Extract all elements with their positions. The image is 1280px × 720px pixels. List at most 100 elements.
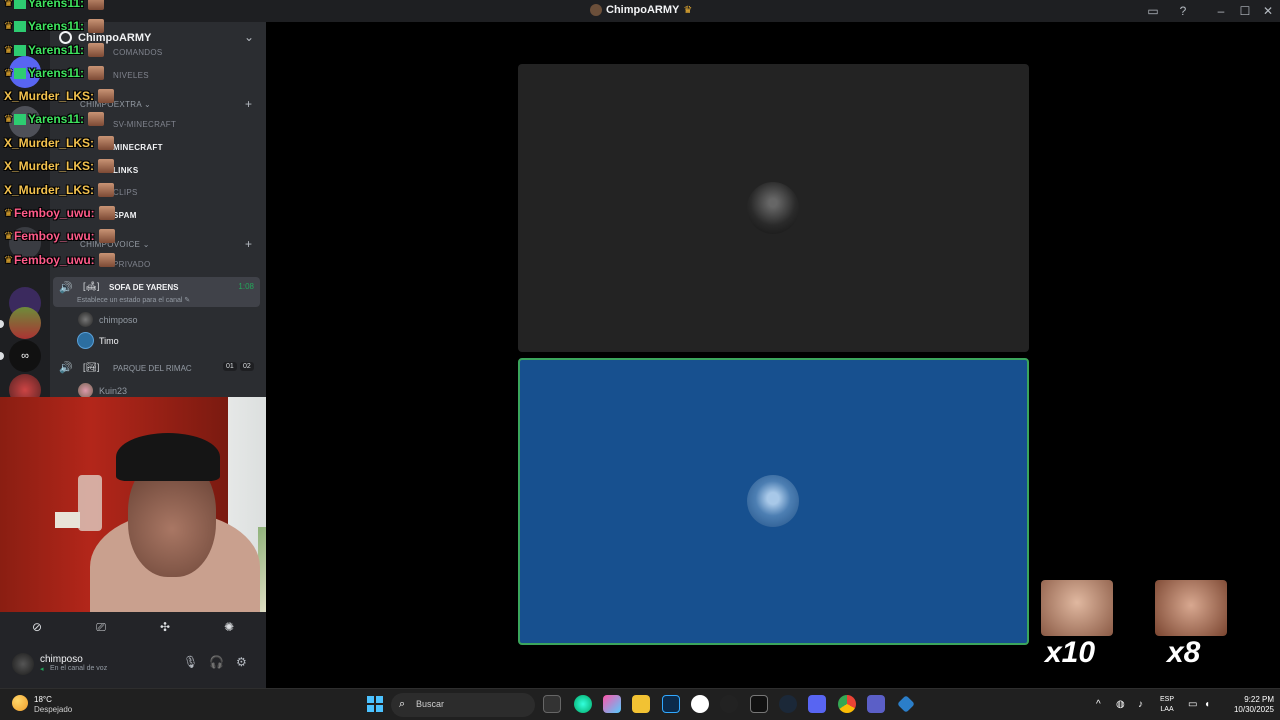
chat-message: X_Murder_LKS: bbox=[4, 183, 115, 197]
speaker-icon: 🔊 bbox=[59, 362, 73, 374]
channel-clips[interactable]: clips bbox=[113, 188, 138, 197]
gear-icon[interactable]: ⚙ bbox=[236, 655, 247, 669]
server-icon-infinity[interactable]: ∞ bbox=[9, 340, 41, 372]
voice-member[interactable]: Kuin23 bbox=[78, 383, 127, 398]
avatar[interactable] bbox=[12, 653, 34, 675]
channel-minecraft[interactable]: minecraft bbox=[113, 143, 163, 152]
webcam-person bbox=[116, 433, 220, 481]
microphone-icon[interactable]: 🎙 bbox=[183, 655, 198, 669]
teams-icon[interactable] bbox=[867, 695, 885, 713]
edge-browser-icon[interactable] bbox=[574, 695, 592, 713]
channel-sv-minecraft[interactable]: sv-minecraft bbox=[113, 120, 176, 129]
voice-channel-name: SOFA DE YARENS bbox=[109, 283, 179, 292]
voice-channel-name: PARQUE DEL RIMAC bbox=[113, 364, 192, 373]
emote-icon bbox=[88, 0, 105, 10]
crown-icon: ♛ bbox=[683, 4, 693, 16]
music-app-icon[interactable] bbox=[691, 695, 709, 713]
avatar bbox=[747, 475, 799, 527]
language-code: ESP bbox=[1160, 696, 1175, 703]
channel-privado[interactable]: privado bbox=[113, 260, 151, 269]
chat-username: Yarens11: bbox=[27, 66, 85, 80]
task-view-icon[interactable] bbox=[543, 695, 561, 713]
epic-games-icon[interactable] bbox=[750, 695, 768, 713]
chevron-up-icon[interactable]: ^ bbox=[1096, 699, 1101, 710]
chat-username: X_Murder_LKS: bbox=[4, 136, 95, 150]
reaction-image bbox=[1155, 580, 1227, 636]
file-explorer-icon[interactable] bbox=[632, 695, 650, 713]
voice-member[interactable]: Timo bbox=[78, 333, 119, 348]
chevron-down-icon[interactable]: ⌄ bbox=[244, 30, 254, 44]
channel-comandos[interactable]: comandos bbox=[113, 48, 163, 57]
title-bar: ChimpoARMY ♛ ▭ ? – ☐ ✕ bbox=[0, 0, 1280, 22]
voice-member[interactable]: chimposo bbox=[78, 312, 138, 327]
discord-icon[interactable] bbox=[808, 695, 826, 713]
chat-message: X_Murder_LKS: bbox=[4, 89, 115, 103]
reaction-image bbox=[1041, 580, 1113, 636]
channel-links[interactable]: links bbox=[113, 166, 139, 175]
screen-share-icon[interactable]: ⎚ bbox=[72, 616, 130, 638]
avatar bbox=[747, 182, 799, 234]
language-indicator[interactable]: ESP LAA bbox=[1160, 695, 1174, 715]
maximize-button[interactable]: ☐ bbox=[1237, 3, 1253, 19]
badge-icon bbox=[13, 20, 26, 32]
user-limit: 02 bbox=[240, 362, 254, 371]
chat-message: X_Murder_LKS: bbox=[4, 136, 115, 150]
badge-icon bbox=[13, 0, 26, 9]
chat-username: Yarens11: bbox=[27, 43, 85, 57]
soundboard-icon[interactable]: ✺ bbox=[200, 616, 258, 638]
pencil-icon: ✎ bbox=[184, 297, 191, 304]
emote-icon bbox=[98, 183, 115, 197]
weather-condition: Despejado bbox=[34, 705, 73, 714]
voice-channel-parque[interactable]: 🔊 [🏞] PARQUE DEL RIMAC 01 02 bbox=[53, 360, 260, 378]
chat-message: ♛ Femboy_uwu: bbox=[4, 206, 115, 220]
photoshop-icon[interactable] bbox=[662, 695, 680, 713]
help-icon[interactable]: ? bbox=[1175, 3, 1191, 19]
voice-actions: ⊘ ⎚ ✣ ✺ bbox=[8, 616, 258, 638]
microphone-icon[interactable]: ♪ bbox=[1138, 699, 1143, 710]
search-input[interactable]: ⌕ Buscar bbox=[391, 693, 535, 717]
search-placeholder: Buscar bbox=[416, 699, 445, 709]
avatar bbox=[78, 333, 93, 348]
camera-off-icon[interactable]: ⊘ bbox=[8, 616, 66, 638]
chat-username: Femboy_uwu: bbox=[13, 229, 95, 243]
voice-elapsed-time: 1:08 bbox=[238, 282, 254, 291]
emote-icon bbox=[98, 229, 115, 243]
clock-time: 9:22 PM bbox=[1244, 695, 1274, 704]
emote-icon bbox=[88, 66, 105, 80]
weather-moon-icon[interactable] bbox=[12, 695, 28, 711]
close-button[interactable]: ✕ bbox=[1260, 3, 1276, 19]
channel-niveles[interactable]: niveles bbox=[113, 71, 149, 80]
emote-icon bbox=[98, 89, 115, 103]
copilot-icon[interactable] bbox=[603, 695, 621, 713]
obs-icon[interactable] bbox=[720, 695, 738, 713]
app-icon[interactable] bbox=[897, 695, 915, 713]
webcam-background bbox=[55, 512, 80, 528]
activities-icon[interactable]: ✣ bbox=[136, 616, 194, 638]
windows-start-icon[interactable] bbox=[367, 696, 383, 712]
chrome-icon[interactable] bbox=[838, 695, 856, 713]
add-channel-icon[interactable]: + bbox=[245, 237, 252, 251]
server-icon-4[interactable] bbox=[9, 307, 41, 339]
add-channel-icon[interactable]: + bbox=[245, 97, 252, 111]
emote-icon bbox=[88, 112, 105, 126]
user-status-text: En el canal de voz bbox=[50, 665, 108, 672]
network-icon[interactable]: ◍ bbox=[1116, 699, 1125, 710]
system-clock[interactable]: 9:22 PM 10/30/2025 bbox=[1222, 695, 1274, 715]
chat-message: X_Murder_LKS: bbox=[4, 159, 115, 173]
display-icon[interactable]: ▭ bbox=[1188, 699, 1197, 710]
channel-spam[interactable]: spam bbox=[113, 211, 137, 220]
channel-status-prompt[interactable]: Establece un estado para el canal ✎ bbox=[77, 296, 190, 304]
volume-icon[interactable]: ◖ bbox=[1204, 699, 1210, 710]
headset-icon[interactable]: 🎧 bbox=[209, 655, 224, 669]
reaction-overlay: x10 bbox=[1041, 580, 1113, 670]
minimize-button[interactable]: – bbox=[1213, 3, 1229, 19]
avatar bbox=[78, 312, 93, 327]
voice-channel-sofa[interactable]: 🔊 [🛋] SOFA DE YARENS 1:08 Establece un e… bbox=[53, 277, 260, 307]
unread-indicator bbox=[0, 320, 4, 328]
channel-status-text: Establece un estado para el canal bbox=[77, 297, 183, 304]
crown-icon: ♛ bbox=[4, 67, 13, 79]
chat-username: X_Murder_LKS: bbox=[4, 183, 95, 197]
steam-icon[interactable] bbox=[779, 695, 797, 713]
chat-username: X_Murder_LKS: bbox=[4, 89, 95, 103]
inbox-icon[interactable]: ▭ bbox=[1145, 3, 1161, 19]
